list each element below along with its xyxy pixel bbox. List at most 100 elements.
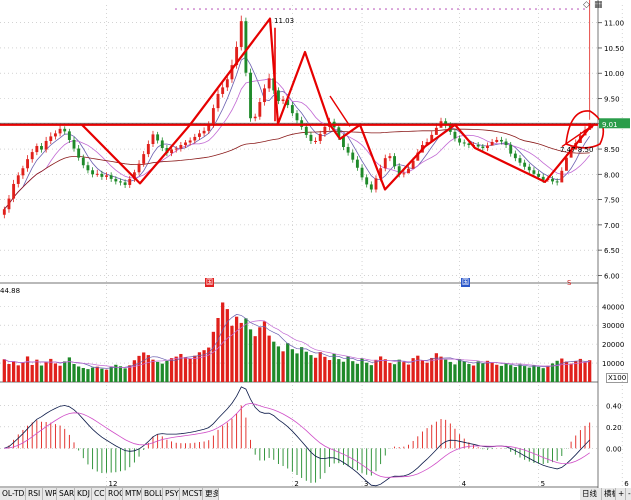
volume-bar[interactable] (569, 363, 573, 382)
volume-bar[interactable] (2, 359, 6, 382)
candle-body[interactable] (21, 168, 25, 176)
volume-bar[interactable] (425, 362, 429, 382)
volume-bar[interactable] (160, 363, 164, 382)
candlesticks[interactable] (2, 0, 592, 219)
candle-body[interactable] (137, 163, 141, 173)
volume-bar[interactable] (583, 361, 587, 382)
candle-body[interactable] (314, 140, 318, 142)
candle-body[interactable] (258, 102, 262, 117)
candle-body[interactable] (7, 198, 11, 210)
candle-body[interactable] (253, 116, 257, 119)
candle-body[interactable] (109, 175, 113, 179)
candle-body[interactable] (72, 139, 76, 149)
volume-bar[interactable] (118, 366, 123, 382)
volume-bar[interactable] (44, 362, 48, 382)
candle-body[interactable] (77, 148, 81, 158)
candle-body[interactable] (518, 158, 522, 163)
volume-bar[interactable] (81, 367, 85, 382)
candle-body[interactable] (198, 133, 201, 137)
candle-body[interactable] (146, 144, 150, 155)
volume-bar[interactable] (90, 367, 95, 382)
volume-bar[interactable] (341, 361, 346, 382)
candle-body[interactable] (304, 126, 308, 135)
candle-body[interactable] (462, 142, 466, 144)
volume-bar[interactable] (323, 356, 327, 382)
indicator-tab-boll[interactable]: BOLL (142, 488, 163, 500)
candle-body[interactable] (225, 79, 229, 88)
candle-body[interactable] (318, 133, 322, 141)
volume-bar[interactable] (495, 364, 499, 382)
candle-body[interactable] (504, 141, 508, 146)
volume-bar[interactable] (309, 355, 313, 382)
volume-bar[interactable] (457, 359, 462, 382)
candle-body[interactable] (114, 178, 118, 182)
candle-body[interactable] (40, 146, 43, 150)
volume-bar[interactable] (146, 355, 150, 382)
volume-bar[interactable] (476, 361, 480, 382)
volume-bar[interactable] (137, 355, 141, 382)
volume-bar[interactable] (30, 364, 34, 382)
candle-body[interactable] (221, 87, 225, 94)
candle-body[interactable] (105, 175, 108, 177)
volume-bar[interactable] (142, 352, 146, 382)
volume-bar[interactable] (388, 362, 392, 382)
candle-body[interactable] (551, 178, 554, 182)
candle-body[interactable] (481, 146, 485, 149)
volume-bar[interactable] (234, 316, 239, 382)
candle-body[interactable] (26, 159, 29, 169)
indicator-tab-cci[interactable]: CCI (92, 488, 106, 500)
volume-bar[interactable] (509, 365, 513, 382)
candle-body[interactable] (458, 138, 462, 143)
candle-body[interactable] (263, 88, 266, 103)
volume-bar[interactable] (197, 352, 202, 382)
indicator-tab-kdj[interactable]: KDJ (75, 488, 92, 500)
candle-body[interactable] (393, 156, 396, 167)
volume-bar[interactable] (337, 359, 341, 382)
volume-bar[interactable] (258, 327, 262, 382)
volume-bar[interactable] (406, 364, 411, 382)
candle-body[interactable] (537, 173, 541, 177)
candle-body[interactable] (239, 21, 243, 47)
volume-bar[interactable] (165, 360, 169, 382)
candle-body[interactable] (160, 140, 164, 149)
volume-bar[interactable] (304, 351, 308, 382)
candle-body[interactable] (142, 154, 146, 164)
volume-bar[interactable] (416, 355, 420, 382)
candle-body[interactable] (193, 136, 197, 141)
candle-body[interactable] (53, 133, 57, 137)
indicator-tab-[interactable]: 更多 (203, 488, 219, 500)
candle-body[interactable] (249, 72, 252, 119)
candle-body[interactable] (16, 175, 20, 184)
volume-bar[interactable] (100, 368, 104, 382)
candle-body[interactable] (532, 170, 536, 174)
candle-body[interactable] (49, 136, 53, 141)
indicator-tab-sar[interactable]: SAR (57, 488, 75, 500)
volume-bar[interactable] (346, 356, 350, 382)
candle-body[interactable] (402, 173, 406, 175)
volume-bar[interactable] (109, 367, 113, 382)
volume-bar[interactable] (318, 352, 322, 382)
volume-bar[interactable] (253, 336, 257, 382)
candle-body[interactable] (513, 153, 517, 159)
volume-bar[interactable] (439, 356, 443, 382)
candle-body[interactable] (365, 177, 369, 185)
volume-bar[interactable] (244, 318, 248, 382)
volume-bar[interactable] (532, 365, 536, 382)
candle-body[interactable] (119, 181, 122, 183)
volume-bar[interactable] (313, 357, 318, 382)
candle-body[interactable] (360, 167, 364, 178)
candle-body[interactable] (499, 139, 503, 142)
volume-bars[interactable] (2, 302, 592, 382)
candle-body[interactable] (128, 178, 132, 185)
candle-body[interactable] (434, 127, 438, 135)
volume-bar[interactable] (536, 366, 541, 382)
volume-bar[interactable] (541, 368, 545, 382)
diamond-icon[interactable]: ◇ (583, 0, 590, 10)
period-tab[interactable]: 日线 (580, 488, 602, 500)
volume-bar[interactable] (444, 359, 448, 382)
candle-body[interactable] (95, 173, 99, 175)
candle-body[interactable] (523, 162, 527, 167)
candle-body[interactable] (565, 157, 568, 171)
volume-bar[interactable] (216, 317, 220, 382)
volume-bar[interactable] (420, 360, 425, 382)
